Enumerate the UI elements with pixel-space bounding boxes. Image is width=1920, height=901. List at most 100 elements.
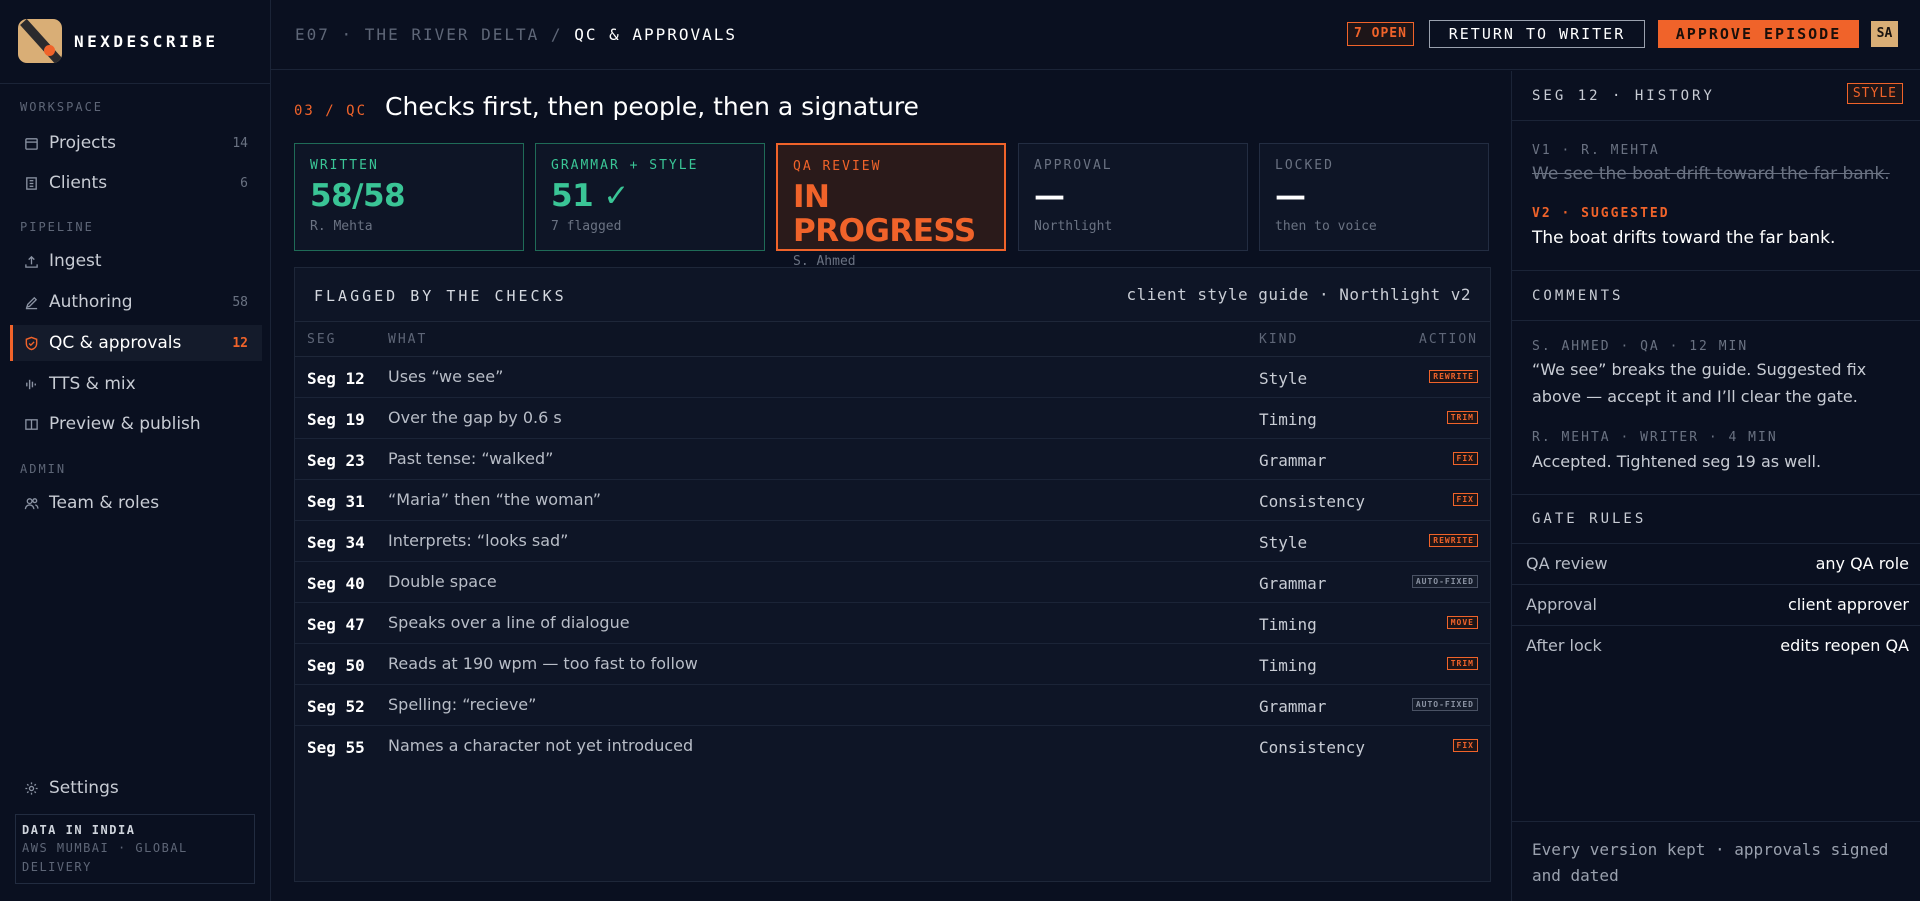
what-cell: Speaks over a line of dialogue: [388, 613, 630, 632]
gear-icon: [23, 780, 39, 796]
kind-cell: Timing: [1259, 656, 1317, 675]
sidebar-item-team-roles[interactable]: Team & roles: [10, 485, 262, 521]
version-label: V1 · R. MEHTA: [1532, 143, 1660, 158]
what-cell: Uses “we see”: [388, 367, 504, 386]
shield-check-icon: [23, 335, 39, 351]
action-button[interactable]: REWRITE: [1429, 534, 1478, 547]
divider: [1512, 270, 1920, 271]
stage-card-qa-review[interactable]: QA REVIEW IN PROGRESS S. Ahmed: [776, 143, 1006, 269]
building-icon: [23, 175, 39, 191]
divider: [1512, 120, 1920, 121]
section-admin: ADMIN: [20, 462, 67, 476]
action-button[interactable]: MOVE: [1446, 616, 1478, 629]
rule-value: edits reopen QA: [1780, 636, 1909, 655]
section-pipeline: PIPELINE: [20, 220, 94, 234]
column-header-what: WHAT: [388, 332, 428, 347]
comment-text: Accepted. Tightened seg 19 as well.: [1532, 452, 1822, 471]
seg-cell: Seg 19: [307, 410, 365, 429]
approve-episode-button[interactable]: APPROVE EPISODE: [1658, 20, 1859, 48]
step-label: 03 / QC: [294, 103, 368, 119]
sidebar-item-label: Settings: [49, 778, 119, 798]
card-value: —: [1275, 178, 1306, 214]
kind-cell: Grammar: [1259, 451, 1327, 470]
action-button[interactable]: FIX: [1452, 493, 1478, 506]
kind-cell: Style: [1259, 533, 1308, 552]
sidebar-item-preview-publish[interactable]: Preview & publish: [10, 406, 262, 442]
action-button[interactable]: FIX: [1452, 739, 1478, 752]
sidebar-item-label: Team & roles: [49, 493, 160, 513]
divider: [1512, 320, 1920, 321]
return-to-writer-button[interactable]: RETURN TO WRITER: [1429, 20, 1645, 48]
version-text-suggested[interactable]: The boat drifts toward the far bank.: [1532, 228, 1835, 248]
sidebar-item-ingest[interactable]: Ingest: [10, 243, 262, 279]
table-row[interactable]: Seg 40 Double space Grammar AUTO-FIXED: [295, 562, 1490, 603]
sidebar-item-tts-mix[interactable]: TTS & mix: [10, 366, 262, 402]
breadcrumb-parent[interactable]: E07 · THE RIVER DELTA /: [295, 25, 574, 44]
action-button[interactable]: FIX: [1452, 452, 1478, 465]
version-text-old: We see the boat drift toward the far ban…: [1532, 164, 1890, 184]
table-row[interactable]: Seg 34 Interprets: “looks sad” Style REWRIT…: [295, 521, 1490, 562]
sidebar-item-authoring[interactable]: Authoring 58: [10, 284, 262, 320]
breadcrumb-current: QC & APPROVALS: [574, 25, 738, 44]
avatar[interactable]: SA: [1871, 21, 1898, 47]
sidebar-item-clients[interactable]: Clients 6: [10, 165, 262, 201]
table-row[interactable]: Seg 52 Spelling: “recieve” Grammar AUTO-FIX…: [295, 685, 1490, 726]
sidebar-item-projects[interactable]: Projects 14: [10, 125, 262, 161]
brand[interactable]: NEXDESCRIBE: [18, 18, 218, 64]
card-value: 58/58: [310, 178, 406, 214]
column-header-action: ACTION: [1419, 332, 1478, 347]
action-button[interactable]: TRIM: [1446, 657, 1478, 670]
sidebar-item-settings[interactable]: Settings: [10, 770, 262, 806]
card-label: LOCKED: [1275, 158, 1334, 173]
logo-icon: [18, 19, 62, 63]
table-header: SEG WHAT KIND ACTION: [295, 322, 1490, 357]
table-row[interactable]: Seg 12 Uses “we see” Style REWRITE: [295, 357, 1490, 398]
action-button[interactable]: TRIM: [1446, 411, 1478, 424]
rule-key: Approval: [1526, 595, 1597, 614]
panel-header: FLAGGED BY THE CHECKS client style guide…: [295, 268, 1490, 322]
what-cell: Names a character not yet introduced: [388, 736, 694, 755]
sidebar-item-label: Authoring: [49, 292, 133, 312]
seg-cell: Seg 23: [307, 451, 365, 470]
kind-cell: Timing: [1259, 410, 1317, 429]
seg-cell: Seg 34: [307, 533, 365, 552]
rule-row: QA review any QA role: [1512, 543, 1920, 583]
stage-card-written[interactable]: WRITTEN 58/58 R. Mehta: [294, 143, 524, 251]
table-row[interactable]: Seg 50 Reads at 190 wpm — too fast to fol…: [295, 644, 1490, 685]
open-count-badge: 7 OPEN: [1347, 22, 1414, 46]
count-badge: 58: [232, 294, 248, 310]
gate-rules-title: GATE RULES: [1532, 511, 1647, 527]
kind-cell: Consistency: [1259, 738, 1365, 757]
comments-title: COMMENTS: [1532, 288, 1624, 304]
table-row[interactable]: Seg 47 Speaks over a line of dialogue Timi…: [295, 603, 1490, 644]
kind-cell: Timing: [1259, 615, 1317, 634]
stage-card-approval[interactable]: APPROVAL — Northlight: [1018, 143, 1248, 251]
breadcrumb: E07 · THE RIVER DELTA / QC & APPROVALS: [295, 25, 737, 44]
card-value: IN PROGRESS: [793, 179, 976, 249]
region-line: DELIVERY: [22, 860, 92, 874]
upload-icon: [23, 253, 39, 269]
table-row[interactable]: Seg 55 Names a character not yet introduc…: [295, 726, 1490, 767]
section-workspace: WORKSPACE: [20, 100, 104, 114]
stage-card-locked[interactable]: LOCKED — then to voice: [1259, 143, 1489, 251]
what-cell: Spelling: “recieve”: [388, 695, 537, 714]
seg-cell: Seg 52: [307, 697, 365, 716]
action-button[interactable]: REWRITE: [1429, 370, 1478, 383]
divider: [1512, 494, 1920, 495]
rule-key: QA review: [1526, 554, 1608, 573]
data-region-box: DATA IN INDIA AWS MUMBAI · GLOBAL DELIVE…: [15, 814, 255, 884]
comment-meta: S. AHMED · QA · 12 MIN: [1532, 339, 1749, 354]
seg-cell: Seg 31: [307, 492, 365, 511]
kind-cell: Grammar: [1259, 574, 1327, 593]
table-row[interactable]: Seg 31 “Maria” then “the woman” Consistenc…: [295, 480, 1490, 521]
sidebar-item-qc-approvals[interactable]: QC & approvals 12: [10, 325, 262, 361]
stage-card-grammar-style[interactable]: GRAMMAR + STYLE 51 ✓ 7 flagged: [535, 143, 765, 251]
kind-cell: Grammar: [1259, 697, 1327, 716]
auto-fixed-tag: AUTO-FIXED: [1411, 698, 1478, 711]
page-header: 03 / QC Checks first, then people, then …: [294, 92, 919, 121]
table-row[interactable]: Seg 19 Over the gap by 0.6 s Timing TRIM: [295, 398, 1490, 439]
card-sub: then to voice: [1275, 219, 1377, 234]
table-row[interactable]: Seg 23 Past tense: “walked” Grammar FIX: [295, 439, 1490, 480]
table-body: Seg 12 Uses “we see” Style REWRITE Seg 19 Ov…: [295, 357, 1490, 767]
audit-footnote: Every version kept · approvals signed an…: [1532, 840, 1889, 885]
